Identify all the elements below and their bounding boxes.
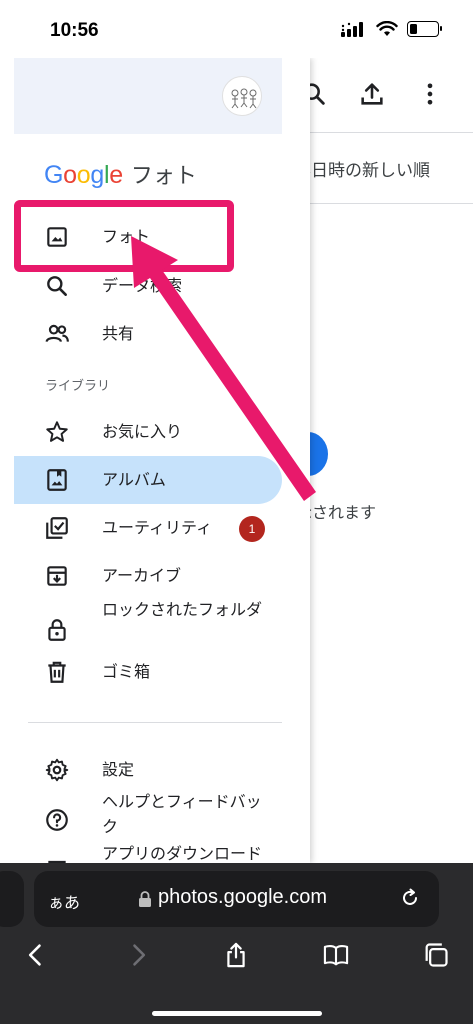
nav-item-label: アーカイブ — [102, 565, 182, 585]
status-icons — [341, 21, 442, 37]
album-icon — [44, 467, 70, 493]
nav-item-label: データ検索 — [102, 275, 183, 295]
battery-icon — [407, 21, 442, 37]
gear-icon — [44, 757, 70, 783]
upload-icon[interactable] — [358, 80, 386, 108]
status-time: 10:56 — [50, 20, 99, 41]
nav-item-label: 設定 — [102, 759, 135, 779]
status-bar: 10:56 — [0, 0, 473, 58]
sort-order-label[interactable]: 影日時の新しい順 — [294, 156, 430, 181]
nav-item-label: ヘルプとフィードバック — [102, 792, 262, 836]
bookmarks-icon[interactable] — [322, 941, 350, 969]
trash-icon — [44, 659, 70, 685]
tabs-icon[interactable] — [422, 941, 450, 969]
nav-item-label: ロックされたフォルダ — [102, 600, 263, 619]
address-bar[interactable]: ぁあ photos.google.com — [34, 871, 439, 927]
archive-icon — [44, 563, 70, 589]
account-header — [14, 58, 282, 134]
reader-options-button[interactable]: ぁあ — [48, 889, 80, 913]
url-text[interactable]: photos.google.com — [158, 886, 327, 909]
nav-item-favorites[interactable]: お気に入り — [14, 408, 282, 456]
people-icon — [44, 321, 70, 347]
back-icon[interactable] — [22, 941, 50, 969]
nav-item-label: アルバム — [102, 469, 166, 489]
nav-item-label: ユーティリティ — [102, 517, 213, 537]
nav-item-label: ゴミ箱 — [102, 661, 151, 681]
divider — [28, 722, 282, 723]
product-name: フォト — [130, 164, 197, 189]
more-vert-icon[interactable] — [416, 80, 444, 108]
notification-badge: 1 — [239, 516, 265, 542]
nav-item-label: 共有 — [102, 323, 135, 343]
navigation-drawer: Google フォト フォト データ検索 共有 ライブラリ お気に入り アルバム — [0, 58, 310, 863]
search-icon — [44, 273, 70, 299]
google-photos-logo: Google フォト — [44, 158, 197, 190]
nav-item-albums[interactable]: アルバム — [14, 456, 282, 504]
library-section-header: ライブラリ — [45, 379, 111, 394]
annotation-highlight-box — [14, 200, 234, 272]
nav-item-label: アプリのダウンロード — [102, 844, 263, 863]
nav-item-app-download[interactable]: アプリのダウンロード — [14, 842, 282, 863]
lock-icon — [44, 617, 70, 643]
nav-item-trash[interactable]: ゴミ箱 — [14, 648, 282, 696]
home-indicator[interactable] — [152, 1011, 322, 1016]
forward-icon[interactable] — [124, 941, 152, 969]
star-icon — [44, 419, 70, 445]
nav-item-help-feedback[interactable]: ヘルプとフィードバック — [14, 790, 282, 850]
reload-icon[interactable] — [398, 886, 422, 910]
nav-item-sharing[interactable]: 共有 — [14, 310, 282, 358]
google-wordmark: Google — [44, 161, 123, 189]
avatar[interactable] — [222, 76, 262, 116]
nav-item-settings[interactable]: 設定 — [14, 746, 282, 794]
page-toolbar — [300, 80, 444, 108]
nav-item-archive[interactable]: アーカイブ — [14, 552, 282, 600]
cellular-signal-icon — [341, 22, 363, 37]
utilities-icon — [44, 515, 70, 541]
nav-item-utilities[interactable]: ユーティリティ 1 — [14, 504, 282, 552]
previous-tab-preview[interactable] — [0, 871, 24, 927]
nav-item-label: お気に入り — [102, 421, 183, 441]
help-icon — [44, 807, 70, 833]
lock-icon — [138, 891, 152, 907]
share-icon[interactable] — [222, 941, 250, 969]
browser-toolbar: ぁあ photos.google.com — [0, 863, 473, 1024]
wifi-icon — [376, 21, 398, 36]
